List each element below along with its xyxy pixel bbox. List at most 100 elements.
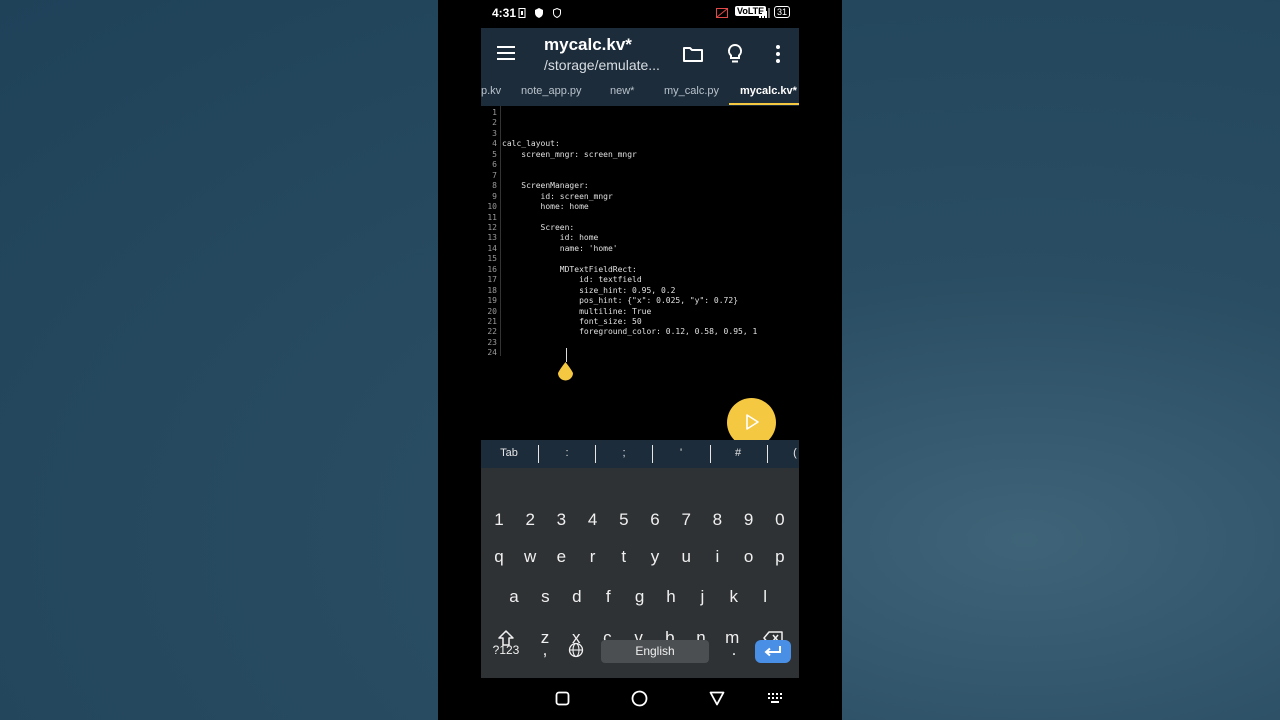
key-8[interactable]: 8 — [705, 510, 729, 530]
key-e[interactable]: e — [549, 547, 573, 567]
key-7[interactable]: 7 — [674, 510, 698, 530]
key-d[interactable]: d — [565, 587, 589, 607]
keyboard-switch-icon[interactable] — [768, 693, 782, 704]
home-icon[interactable] — [631, 690, 648, 707]
key-s[interactable]: s — [533, 587, 557, 607]
key-w[interactable]: w — [518, 547, 542, 567]
key-q[interactable]: q — [487, 547, 511, 567]
globe-icon[interactable] — [568, 642, 584, 658]
key-j[interactable]: j — [690, 587, 714, 607]
comma-key[interactable]: , — [533, 640, 557, 660]
extra-keys-bar: Tab : ; ' # ( — [481, 440, 799, 468]
extra-key-semicolon[interactable]: ; — [604, 447, 644, 459]
code-line: font_size: 50 — [502, 317, 642, 326]
line-number: 18 — [487, 285, 497, 295]
line-number: 15 — [487, 254, 497, 264]
code-editor[interactable]: 1 2 3 4 calc_layout: 5 screen_mngr: screen_mn… — [481, 106, 799, 440]
code-line: home: home — [502, 202, 589, 212]
more-vert-icon[interactable] — [766, 42, 790, 66]
code-line: foreground_color: 0.12, 0.58, 0.95, 1 — [502, 327, 758, 337]
cast-icon — [716, 8, 728, 18]
line-number: 10 — [487, 202, 497, 212]
key-9[interactable]: 9 — [737, 510, 761, 530]
key-1[interactable]: 1 — [487, 510, 511, 530]
line-number: 17 — [487, 275, 497, 285]
key-u[interactable]: u — [674, 547, 698, 567]
line-number: 13 — [487, 233, 497, 243]
key-i[interactable]: i — [705, 547, 729, 567]
line-number: 20 — [487, 306, 497, 316]
key-h[interactable]: h — [659, 587, 683, 607]
tab-p-kv[interactable]: p.kv — [481, 85, 501, 97]
key-t[interactable]: t — [612, 547, 636, 567]
active-tab-indicator — [729, 103, 799, 105]
line-number: 4 — [492, 139, 497, 149]
menu-icon[interactable] — [497, 46, 515, 60]
tab-note-app-py[interactable]: note_app.py — [521, 85, 582, 97]
key-l[interactable]: l — [753, 587, 777, 607]
key-4[interactable]: 4 — [581, 510, 605, 530]
file-title: mycalc.kv* — [544, 35, 632, 54]
extra-key-hash[interactable]: # — [718, 447, 758, 459]
line-number: 11 — [487, 212, 497, 222]
key-y[interactable]: y — [643, 547, 667, 567]
code-line: id: textfield — [502, 275, 642, 285]
line-number: 22 — [487, 327, 497, 337]
signal-icon — [759, 8, 770, 18]
code-line: Screen: — [502, 222, 575, 232]
enter-key[interactable] — [755, 640, 791, 663]
file-tabs: p.kv note_app.py new* my_calc.py mycalc.… — [481, 83, 799, 106]
extra-key-paren[interactable]: ( — [775, 447, 799, 459]
line-number: 14 — [487, 243, 497, 253]
key-a[interactable]: a — [502, 587, 526, 607]
line-number: 6 — [492, 160, 497, 170]
key-r[interactable]: r — [581, 547, 605, 567]
folder-icon[interactable] — [681, 42, 705, 66]
tab-mycalc-kv[interactable]: mycalc.kv* — [740, 85, 797, 97]
key-g[interactable]: g — [628, 587, 652, 607]
lightbulb-icon[interactable] — [723, 42, 747, 66]
key-6[interactable]: 6 — [643, 510, 667, 530]
code-line: pos_hint: {"x": 0.025, "y": 0.72} — [502, 296, 739, 306]
key-o[interactable]: o — [737, 547, 761, 567]
key-p[interactable]: p — [768, 547, 792, 567]
symbols-key[interactable]: ?123 — [491, 643, 521, 657]
soft-keyboard: 1234567890 qwertyuiop asdfghjkl zxcvbnm … — [481, 468, 799, 678]
line-number: 12 — [487, 222, 497, 232]
line-number: 19 — [487, 296, 497, 306]
sim-icon — [518, 8, 526, 18]
extra-key-colon[interactable]: : — [547, 447, 587, 459]
status-bar: 4:31 VoLTE 31 — [438, 0, 842, 28]
key-2[interactable]: 2 — [518, 510, 542, 530]
code-line: multiline: True — [502, 306, 652, 316]
system-nav-bar — [438, 678, 842, 720]
text-cursor — [566, 348, 567, 362]
key-k[interactable]: k — [722, 587, 746, 607]
code-line: name: 'home' — [502, 243, 618, 253]
key-f[interactable]: f — [596, 587, 620, 607]
line-number: 9 — [492, 191, 497, 201]
app-bar: mycalc.kv* /storage/emulate... — [481, 28, 799, 83]
key-3[interactable]: 3 — [549, 510, 573, 530]
space-bar[interactable]: English — [601, 640, 709, 663]
key-5[interactable]: 5 — [612, 510, 636, 530]
line-number: 24 — [487, 348, 497, 358]
line-number: 8 — [492, 181, 497, 191]
key-0[interactable]: 0 — [768, 510, 792, 530]
tab-my-calc-py[interactable]: my_calc.py — [664, 85, 719, 97]
tab-new[interactable]: new* — [610, 85, 634, 97]
back-icon[interactable] — [709, 691, 725, 706]
extra-key-quote[interactable]: ' — [661, 447, 701, 459]
line-number: 21 — [487, 317, 497, 326]
line-number: 23 — [487, 337, 497, 347]
recents-icon[interactable] — [555, 691, 570, 706]
phone-frame: 4:31 VoLTE 31 mycalc.kv* /storage/emulat… — [438, 0, 842, 720]
extra-key-separator — [538, 445, 539, 463]
extra-key-tab[interactable]: Tab — [489, 447, 529, 459]
cursor-handle[interactable] — [557, 362, 574, 381]
period-key[interactable]: . — [722, 640, 746, 660]
code-line: MDTextFieldRect: — [502, 264, 637, 274]
code-line: ScreenManager: — [502, 181, 589, 191]
extra-key-separator — [595, 445, 596, 463]
battery-indicator: 31 — [774, 6, 791, 18]
